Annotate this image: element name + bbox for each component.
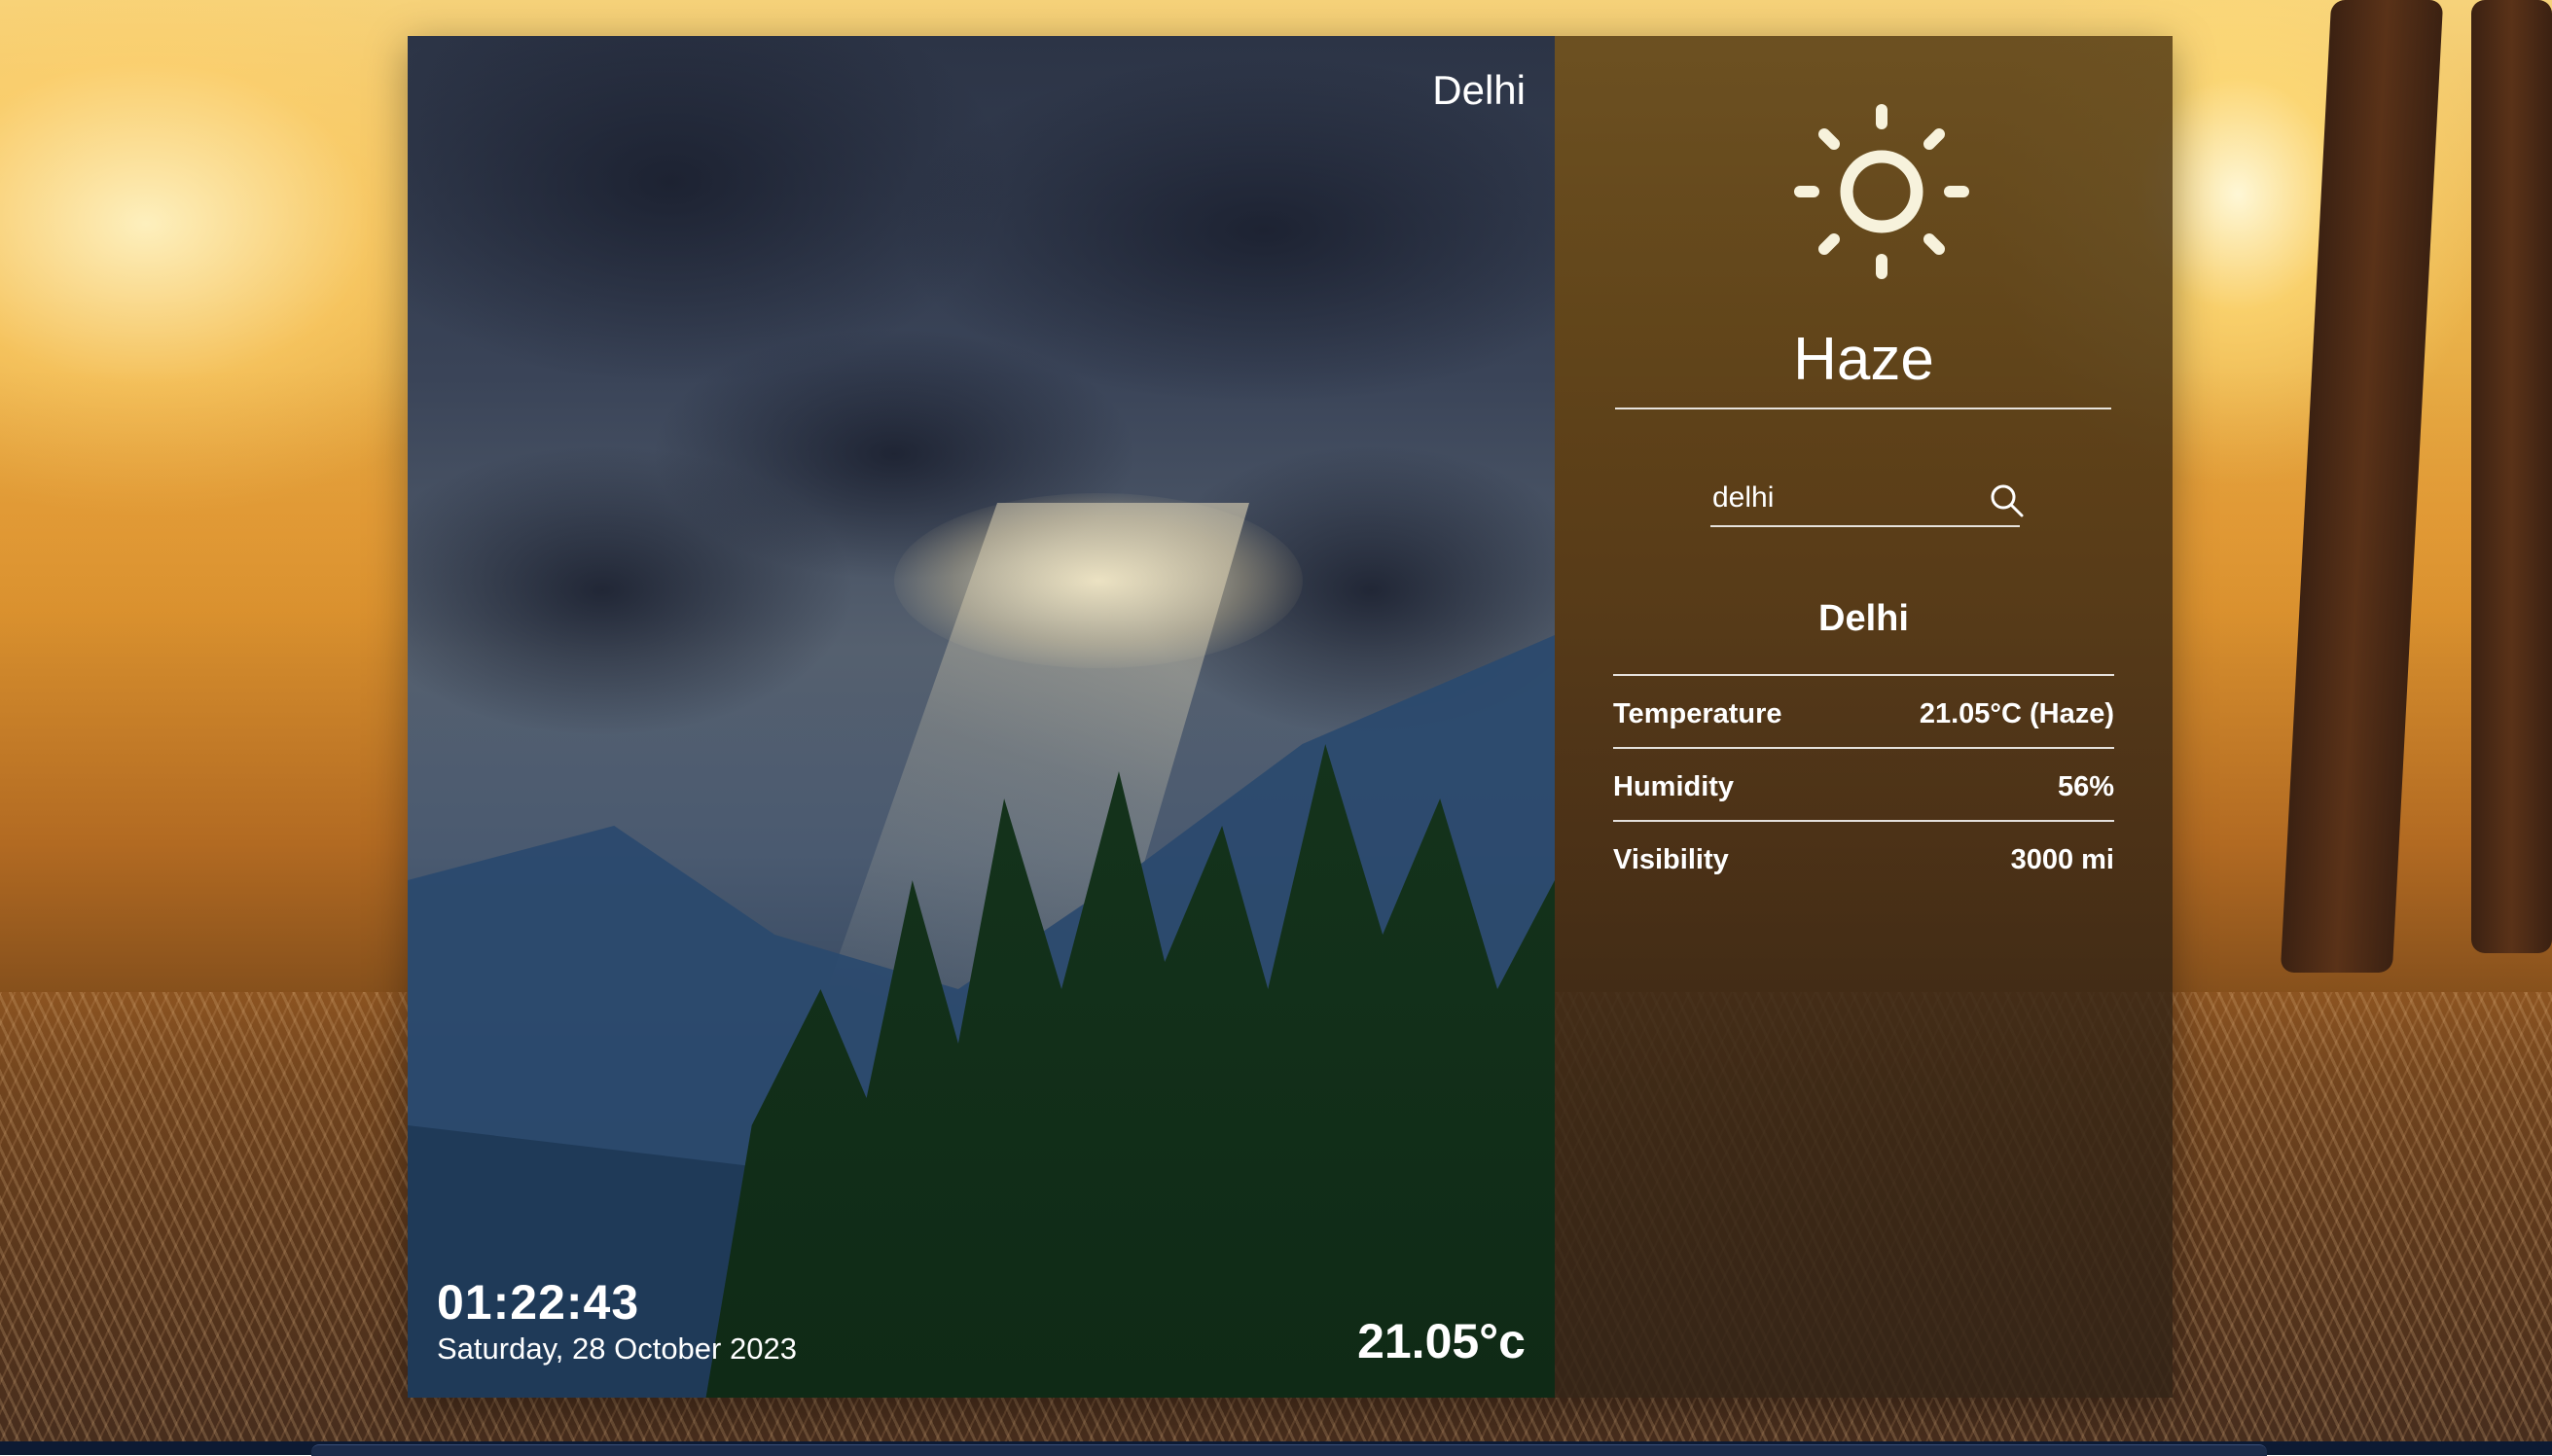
current-date: Saturday, 28 October 2023 <box>437 1332 797 1366</box>
detail-value: 21.05°C (Haze) <box>1919 697 2114 729</box>
location-title: Delhi <box>1432 67 1526 113</box>
divider <box>1613 820 2114 822</box>
detail-label: Humidity <box>1613 770 1735 802</box>
divider <box>1615 408 2111 409</box>
detail-value: 3000 mi <box>2010 843 2114 875</box>
city-name: Delhi <box>1818 598 1909 639</box>
dock <box>311 1444 2267 1456</box>
city-search-input[interactable] <box>1710 476 1977 520</box>
detail-row-temperature: Temperature 21.05°C (Haze) <box>1613 678 2114 750</box>
divider <box>1613 674 2114 676</box>
current-temperature: 21.05°c <box>1357 1314 1526 1368</box>
current-time: 01:22:43 <box>437 1275 640 1330</box>
weather-image-panel: Delhi 01:22:43 Saturday, 28 October 2023… <box>408 36 1555 1398</box>
detail-label: Visibility <box>1613 843 1729 875</box>
sun-icon <box>1794 104 1969 279</box>
detail-label: Temperature <box>1613 697 1782 729</box>
detail-value: 56% <box>2057 770 2114 802</box>
divider <box>1613 747 2114 749</box>
weather-condition: Haze <box>1793 326 1934 393</box>
weather-card: Delhi 01:22:43 Saturday, 28 October 2023… <box>408 36 2173 1398</box>
detail-row-humidity: Humidity 56% <box>1613 751 2114 823</box>
background-tree-trunk <box>2471 0 2552 953</box>
search-icon[interactable] <box>1988 481 2027 520</box>
search-underline <box>1710 525 2020 527</box>
taskbar-edge <box>0 1441 2552 1456</box>
detail-row-visibility: Visibility 3000 mi <box>1613 824 2114 896</box>
weather-details-panel: Haze Delhi Temperature 21.05°C (Haze) Hu… <box>1555 36 2173 1398</box>
